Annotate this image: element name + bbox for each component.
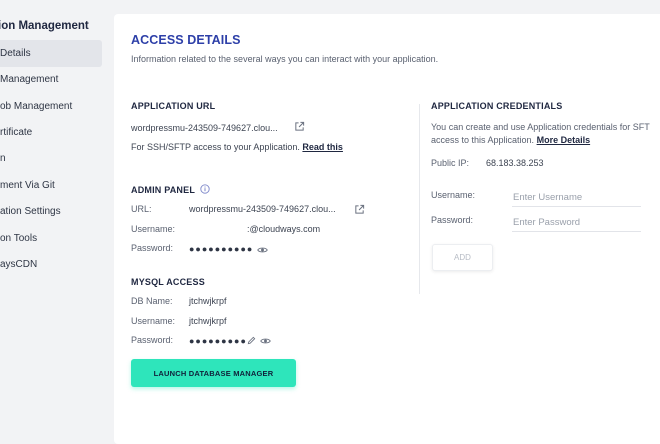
sidebar-item-label: Details xyxy=(0,48,31,59)
username-input[interactable] xyxy=(512,188,641,207)
sidebar-item-label: aysCDN xyxy=(0,259,38,270)
ssh-access-label: For SSH/SFTP access to your Application. xyxy=(131,142,300,152)
add-credentials-button[interactable]: ADD xyxy=(432,244,493,271)
eye-icon[interactable] xyxy=(257,246,268,254)
sidebar-item-cron-job-management[interactable]: ob Management xyxy=(0,93,102,120)
column-divider xyxy=(419,104,420,294)
eye-icon[interactable] xyxy=(260,337,271,345)
page-title: ACCESS DETAILS xyxy=(131,33,241,47)
public-ip-value: 68.183.38.253 xyxy=(486,158,544,168)
mysql-access-heading: MYSQL ACCESS xyxy=(131,277,205,287)
sidebar-item-application-settings[interactable]: ation Settings xyxy=(0,198,102,225)
admin-password-label: Password: xyxy=(131,243,174,253)
admin-panel-heading-label: ADMIN PANEL xyxy=(131,185,195,195)
sidebar-item-label: ob Management xyxy=(0,101,73,112)
application-url-heading: APPLICATION URL xyxy=(131,101,216,111)
external-link-icon[interactable] xyxy=(354,204,365,215)
info-icon[interactable] xyxy=(199,184,210,194)
admin-password-value: ●●●●●●●●●● xyxy=(189,244,254,254)
credentials-desc-line1: You can create and use Application crede… xyxy=(431,122,650,132)
db-name-value: jtchwjkrpf xyxy=(189,296,227,306)
sidebar-item-label: on Tools xyxy=(0,233,38,244)
admin-url-label: URL: xyxy=(131,204,152,214)
sidebar-item-label: n xyxy=(0,153,6,164)
db-password-value: ●●●●●●●●● xyxy=(189,336,247,346)
application-credentials-heading: APPLICATION CREDENTIALS xyxy=(431,101,563,111)
credentials-password-label: Password: xyxy=(431,215,474,225)
sidebar-item-ssl-certificate[interactable]: rtificate xyxy=(0,119,102,146)
admin-username-label: Username: xyxy=(131,224,176,234)
password-input[interactable] xyxy=(512,213,641,232)
external-link-icon[interactable] xyxy=(294,121,305,132)
credentials-username-label: Username: xyxy=(431,190,476,200)
launch-database-manager-button[interactable]: LAUNCH DATABASE MANAGER xyxy=(131,359,296,387)
pencil-icon[interactable] xyxy=(247,336,256,345)
sidebar-title: ion Management xyxy=(0,20,89,32)
sidebar-item-access-details[interactable]: Details xyxy=(0,40,102,67)
sidebar: ion Management Details Management ob Man… xyxy=(0,0,110,434)
db-username-label: Username: xyxy=(131,316,176,326)
sidebar-item-cloudwayscdn[interactable]: aysCDN xyxy=(0,251,102,278)
sidebar-item-label: ation Settings xyxy=(0,206,61,217)
credentials-desc-text: access to this Application. xyxy=(431,135,535,145)
sidebar-item-backup-and-restore[interactable]: n xyxy=(0,145,102,172)
public-ip-label: Public IP: xyxy=(431,158,470,168)
sidebar-item-migration-tools[interactable]: on Tools xyxy=(0,225,102,252)
page-subtitle: Information related to the several ways … xyxy=(131,54,439,64)
sidebar-item-label: rtificate xyxy=(0,127,33,138)
sidebar-item-deployment-via-git[interactable]: ment Via Git xyxy=(0,172,102,199)
read-this-link[interactable]: Read this xyxy=(302,142,343,152)
admin-url-link[interactable]: wordpressmu-243509-749627.clou... xyxy=(189,204,336,214)
db-username-value: jtchwjkrpf xyxy=(189,316,227,326)
sidebar-item-domain-management[interactable]: Management xyxy=(0,66,102,93)
admin-username-value: :@cloudways.com xyxy=(247,224,321,234)
db-name-label: DB Name: xyxy=(131,296,173,306)
sidebar-item-label: ment Via Git xyxy=(0,180,55,191)
db-password-label: Password: xyxy=(131,335,174,345)
more-details-link[interactable]: More Details xyxy=(537,135,591,145)
credentials-desc-line2: access to this Application. More Details xyxy=(431,135,590,145)
ssh-access-text: For SSH/SFTP access to your Application.… xyxy=(131,142,343,152)
sidebar-item-label: Management xyxy=(0,74,59,85)
application-url-link[interactable]: wordpressmu-243509-749627.clou... xyxy=(131,123,278,133)
admin-panel-heading: ADMIN PANEL xyxy=(131,184,210,195)
access-details-card: ACCESS DETAILS Information related to th… xyxy=(114,14,660,444)
